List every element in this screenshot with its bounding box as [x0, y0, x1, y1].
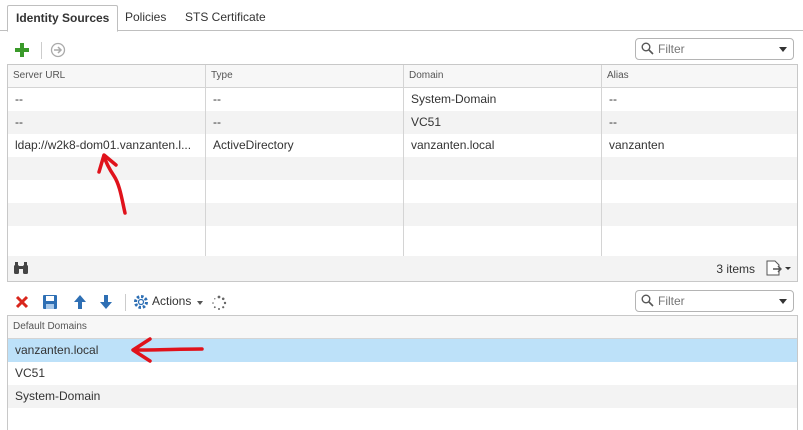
set-default-icon[interactable] [50, 42, 66, 58]
empty-row [8, 180, 797, 203]
type-cell: ActiveDirectory [206, 134, 404, 157]
filter-input[interactable] [658, 41, 778, 57]
move-down-icon[interactable] [98, 294, 114, 310]
table-header: Server URL Type Domain Alias [8, 65, 797, 88]
alias-cell: -- [609, 92, 617, 106]
actions-label: Actions [152, 294, 192, 308]
empty-row [8, 203, 797, 226]
domain-cell: System-Domain [15, 389, 101, 403]
empty-row [8, 226, 797, 256]
identity-sources-table: Server URL Type Domain Alias -- -- Syste… [7, 64, 798, 257]
type-cell: -- [206, 88, 404, 111]
delete-icon[interactable] [14, 294, 30, 310]
server-url-cell: -- [8, 88, 206, 111]
column-header-server-url[interactable]: Server URL [8, 65, 206, 87]
move-up-icon[interactable] [72, 294, 88, 310]
chevron-down-icon[interactable] [779, 47, 787, 52]
list-item-selected[interactable]: vanzanten.local [8, 339, 797, 362]
toolbar-divider [41, 42, 42, 59]
search-icon [641, 294, 654, 310]
loading-spinner-icon [211, 295, 227, 314]
alias-cell: -- [609, 115, 617, 129]
domain-cell: VC51 [404, 111, 602, 134]
table-row[interactable]: -- -- System-Domain -- [8, 88, 797, 111]
empty-row [8, 408, 797, 430]
identity-sources-panel: Identity Sources Policies STS Certificat… [0, 0, 803, 430]
list-item[interactable]: VC51 [8, 362, 797, 385]
chevron-down-icon [197, 301, 203, 305]
list-item[interactable]: System-Domain [8, 385, 797, 408]
search-icon [641, 42, 654, 58]
identity-sources-footer: 3 items [7, 256, 798, 282]
tab-sts-certificate[interactable]: STS Certificate [177, 5, 274, 31]
export-icon[interactable] [765, 260, 791, 279]
empty-row [8, 157, 797, 180]
identity-sources-toolbar [0, 36, 803, 64]
domain-cell: System-Domain [404, 88, 602, 111]
column-header-domain[interactable]: Domain [404, 65, 602, 87]
server-url-cell: ldap://w2k8-dom01.vanzanten.l... [8, 134, 206, 157]
default-domains-table: Default Domains vanzanten.local VC51 Sys… [7, 315, 798, 430]
chevron-down-icon[interactable] [779, 299, 787, 304]
type-cell: -- [206, 111, 404, 134]
column-header-default-domains[interactable]: Default Domains [8, 316, 798, 338]
table-row[interactable]: -- -- VC51 -- [8, 111, 797, 134]
server-url-cell: -- [8, 111, 206, 134]
domain-cell: vanzanten.local [15, 343, 99, 357]
column-header-type[interactable]: Type [206, 65, 404, 87]
tab-policies[interactable]: Policies [117, 5, 174, 31]
domain-cell: VC51 [15, 366, 46, 380]
identity-sources-filter[interactable] [635, 38, 794, 60]
save-icon[interactable] [42, 294, 58, 310]
table-header: Default Domains [8, 316, 797, 339]
domain-cell: vanzanten.local [404, 134, 602, 157]
item-count: 3 items [716, 262, 755, 276]
tab-bar: Identity Sources Policies STS Certificat… [0, 0, 803, 32]
table-row[interactable]: ldap://w2k8-dom01.vanzanten.l... ActiveD… [8, 134, 797, 157]
add-icon[interactable] [14, 42, 30, 58]
toolbar-divider [125, 294, 126, 311]
default-domains-filter[interactable] [635, 290, 794, 312]
filter-input[interactable] [658, 293, 778, 309]
binoculars-icon[interactable] [13, 261, 29, 278]
tab-identity-sources[interactable]: Identity Sources [7, 5, 119, 32]
column-header-alias[interactable]: Alias [602, 65, 798, 87]
alias-cell: vanzanten [609, 138, 665, 152]
default-domains-toolbar: Actions [0, 289, 803, 315]
gear-icon [133, 294, 149, 313]
